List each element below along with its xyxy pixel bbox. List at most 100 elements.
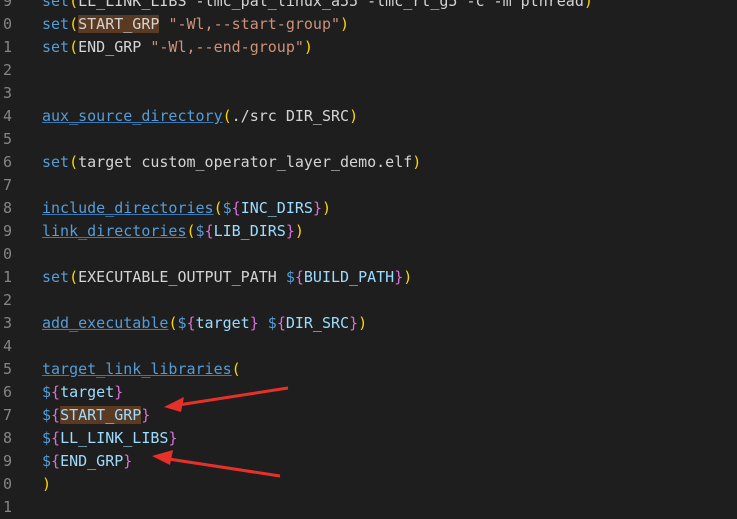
- code-token: }: [123, 452, 133, 470]
- code-token: ./src DIR_SRC: [231, 107, 350, 125]
- code-text: link_directories(${LIB_DIRS}): [42, 220, 304, 243]
- line-number: 2: [2, 61, 12, 79]
- code-token: ): [358, 314, 368, 332]
- line-number: 2: [2, 291, 12, 309]
- line-number: 1: [2, 38, 12, 56]
- code-token: {: [276, 314, 286, 332]
- code-token: ): [412, 153, 422, 171]
- code-line[interactable]: 8 include_directories(${INC_DIRS}): [0, 197, 737, 220]
- code-token: set: [42, 153, 70, 171]
- code-token: (: [69, 15, 79, 33]
- code-text: set(target custom_operator_layer_demo.el…: [42, 151, 421, 174]
- code-token: }: [141, 406, 151, 424]
- code-token: set: [42, 268, 70, 286]
- code-line[interactable]: 6 ${target}: [0, 381, 737, 404]
- line-number: 4: [2, 107, 12, 125]
- code-token: START_GRP: [60, 406, 142, 424]
- line-number: 3: [2, 314, 12, 332]
- line-number: 5: [2, 360, 12, 378]
- code-token: LL_LINK_LIBS -lmc_pal_linux_a55 -lmc_rt_…: [78, 0, 584, 10]
- code-token: $: [195, 222, 205, 240]
- code-token: $: [177, 314, 187, 332]
- line-number: 4: [2, 337, 12, 355]
- code-token: add_executable: [42, 314, 169, 332]
- code-token: {: [51, 452, 61, 470]
- code-text: ${LL_LINK_LIBS}: [42, 427, 177, 450]
- code-line[interactable]: 9 set(LL_LINK_LIBS -lmc_pal_linux_a55 -lm…: [0, 0, 737, 13]
- code-text: include_directories(${INC_DIRS}): [42, 197, 331, 220]
- code-token: $: [42, 383, 52, 401]
- line-number: 3: [2, 84, 12, 102]
- line-number: 1: [2, 498, 12, 516]
- code-token: (: [69, 268, 79, 286]
- code-token: (: [186, 222, 196, 240]
- code-line[interactable]: 0): [0, 473, 737, 496]
- code-line[interactable]: 8 ${LL_LINK_LIBS}: [0, 427, 737, 450]
- code-line[interactable]: 4: [0, 335, 737, 358]
- code-token: (: [213, 199, 223, 217]
- code-token: }: [249, 314, 259, 332]
- code-line[interactable]: 3 add_executable(${target} ${DIR_SRC}): [0, 312, 737, 335]
- code-line[interactable]: 0: [0, 243, 737, 266]
- code-token: BUILD_PATH: [303, 268, 395, 286]
- code-token: {: [186, 314, 196, 332]
- code-text: set(END_GRP "-Wl,--end-group"): [42, 36, 313, 59]
- code-token: $: [285, 268, 295, 286]
- line-number: 9: [2, 452, 12, 470]
- code-token: DIR_SRC: [285, 314, 350, 332]
- code-token: }: [168, 429, 178, 447]
- code-text: target_link_libraries(: [42, 358, 241, 381]
- code-token: $: [42, 452, 52, 470]
- code-token: (: [69, 0, 79, 10]
- code-token: (: [69, 153, 79, 171]
- code-token: }: [349, 314, 359, 332]
- code-token: target: [60, 383, 115, 401]
- line-number: 8: [2, 199, 12, 217]
- code-token: include_directories: [42, 199, 214, 217]
- code-line[interactable]: 5 target_link_libraries(: [0, 358, 737, 381]
- code-text: ${target}: [42, 381, 123, 404]
- code-text: ${END_GRP}: [42, 450, 132, 473]
- line-number: 6: [2, 383, 12, 401]
- code-token: $: [42, 429, 52, 447]
- code-line[interactable]: 9 link_directories(${LIB_DIRS}): [0, 220, 737, 243]
- code-line[interactable]: 1 set(EXECUTABLE_OUTPUT_PATH ${BUILD_PATH…: [0, 266, 737, 289]
- code-line[interactable]: 4 aux_source_directory(./src DIR_SRC): [0, 105, 737, 128]
- code-token: LL_LINK_LIBS: [60, 429, 169, 447]
- code-line[interactable]: 3: [0, 82, 737, 105]
- code-token: ): [349, 107, 359, 125]
- code-token: target custom_operator_layer_demo.elf: [78, 153, 413, 171]
- code-token: (: [231, 360, 241, 378]
- code-line[interactable]: 1: [0, 496, 737, 519]
- code-line[interactable]: 2: [0, 289, 737, 312]
- code-token: }: [394, 268, 404, 286]
- code-text: aux_source_directory(./src DIR_SRC): [42, 105, 358, 128]
- line-number: 0: [2, 15, 12, 33]
- code-line[interactable]: 0 set(START_GRP "-Wl,--start-group"): [0, 13, 737, 36]
- code-token: $: [42, 406, 52, 424]
- line-number: 0: [2, 475, 12, 493]
- code-token: INC_DIRS: [240, 199, 313, 217]
- code-token: }: [285, 222, 295, 240]
- code-token: ): [294, 222, 304, 240]
- line-number: 9: [2, 222, 12, 240]
- line-number: 7: [2, 406, 12, 424]
- code-line[interactable]: 1 set(END_GRP "-Wl,--end-group"): [0, 36, 737, 59]
- code-line[interactable]: 5: [0, 128, 737, 151]
- code-text: ): [42, 473, 51, 496]
- code-token: {: [231, 199, 241, 217]
- code-token: {: [51, 406, 61, 424]
- code-token: END_GRP: [78, 38, 151, 56]
- code-line[interactable]: 7: [0, 174, 737, 197]
- code-line[interactable]: 7 ${START_GRP}: [0, 404, 737, 427]
- code-line[interactable]: 2: [0, 59, 737, 82]
- code-editor[interactable]: 9 set(LL_LINK_LIBS -lmc_pal_linux_a55 -lm…: [0, 0, 737, 519]
- code-token: ): [403, 268, 413, 286]
- code-line[interactable]: 9 ${END_GRP}: [0, 450, 737, 473]
- code-line[interactable]: 6 set(target custom_operator_layer_demo.e…: [0, 151, 737, 174]
- code-token: LIB_DIRS: [213, 222, 286, 240]
- code-token: (: [69, 38, 79, 56]
- code-token: set: [42, 38, 70, 56]
- line-number: 1: [2, 268, 12, 286]
